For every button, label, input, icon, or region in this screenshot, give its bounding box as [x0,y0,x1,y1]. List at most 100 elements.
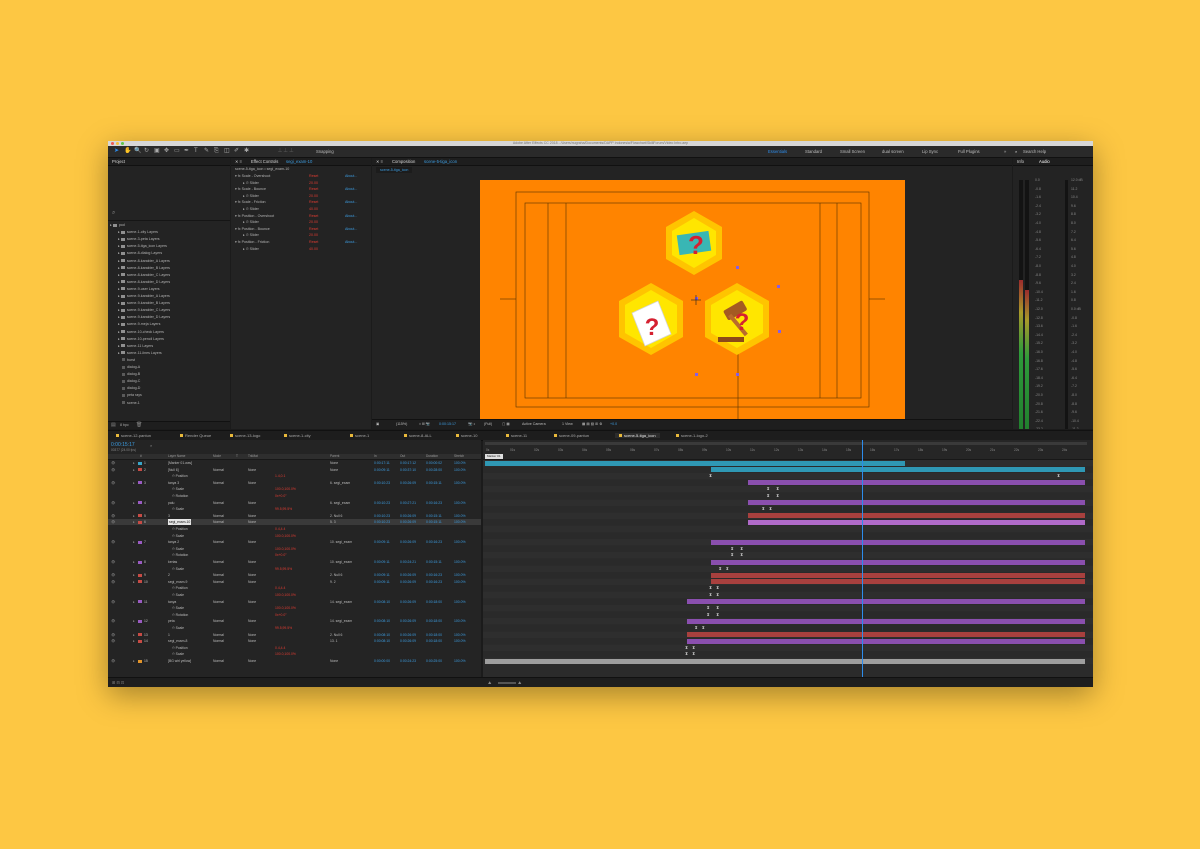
property-value[interactable]: 1.4,0.1 [275,473,285,479]
property-value[interactable]: 100.0,100.0% [275,605,296,611]
effect-slider-value[interactable]: 20.00 [309,219,318,225]
layer-row[interactable]: ⏱ Scale 100.0,100.0% [108,533,481,539]
zoom-out-icon[interactable]: ⛰ [488,680,491,685]
layer-in[interactable]: 0:00:10:23 [374,513,390,519]
property-value[interactable]: 100.0,100.0% [275,486,296,492]
project-item[interactable]: ▸ scene-8-karakter_B Layers [118,265,230,271]
composition-title[interactable]: Composition [392,159,415,164]
effect-row[interactable]: ▾ fx Scale - Bounce Reset About... [233,186,371,192]
layer-dur[interactable]: 0:00:28:00 [426,467,442,473]
layer-row[interactable]: 👁 ▸ 15 [BG wirl yellow] Normal None None 0:00:0… [108,658,481,664]
puppet-tool-icon[interactable]: ✱ [244,148,249,155]
property-value[interactable]: 99.5,99.5% [275,506,292,512]
layer-out[interactable]: 0:00:24:21 [400,559,416,565]
parent-select[interactable]: 14. segi_exam [330,618,352,624]
layer-stretch[interactable]: 100.0% [454,539,466,545]
twirl-icon[interactable]: ▸ [133,500,135,506]
layer-out[interactable]: 0:00:26:09 [400,638,416,644]
keyframe-icon[interactable]: ⧗ [762,507,765,511]
twirl-icon[interactable]: ▸ [133,638,135,644]
parent-select[interactable]: 9. 2 [330,579,336,585]
layer-row[interactable]: 👁 ▸ 10 segi_exam-9 Normal None 9. 2 0:00:09:11 0… [108,579,481,585]
comp-tab[interactable]: scene-5-tiga_icon [615,433,660,438]
info-tab[interactable]: Info [1017,159,1024,164]
region-of-interest-icon[interactable]: ▢ ▦ [502,422,510,426]
blend-mode-select[interactable]: Normal [213,572,224,578]
twirl-icon[interactable]: ▸ [133,513,135,519]
layer-in[interactable]: 0:00:09:11 [374,572,390,578]
layer-in[interactable]: 0:00:00:00 [374,658,390,664]
effect-row[interactable]: ▸ ⏱ Slider 40.00 [233,206,371,212]
effect-row[interactable]: ▸ ⏱ Slider 20.00 [233,180,371,186]
camera-select[interactable]: Active Camera [522,422,546,426]
layer-duration-bar[interactable] [747,480,1085,486]
parent-select[interactable]: 10. segi_exam [330,559,352,565]
layer-stretch[interactable]: 100.0% [454,460,466,466]
layer-row[interactable]: ⏱ Scale 99.5,99.5% [108,506,481,512]
view-options-icon[interactable]: ▦ ▤ ▧ ⊞ ⚙ [582,422,602,426]
zoom-slider[interactable] [498,682,516,684]
layer-row[interactable]: 👁 ▸ 12 peta Normal None 14. segi_exam 0:00:08:1… [108,618,481,624]
keyframe-icon[interactable]: ⧗ [767,494,770,498]
layer-name[interactable]: segi_exam-10 [168,519,192,526]
twirl-icon[interactable]: ▸ [133,599,135,605]
layer-row[interactable]: ⏱ Position 0.4,4.4 [108,645,481,651]
layer-in[interactable]: 0:00:10:23 [374,480,390,486]
keyframe-icon[interactable]: ⧗ [776,487,779,491]
trkmat-select[interactable]: None [248,467,256,473]
label-color-swatch[interactable] [138,600,142,604]
layer-name[interactable]: segi_exam-9 [168,579,187,585]
layer-row[interactable]: ⏱ Scale 99.5,99.5% [108,625,481,631]
comp-tab[interactable]: Render Queue [180,433,211,438]
layer-out[interactable]: 0:00:24:23 [400,658,416,664]
layer-dur[interactable]: 0:00:18:00 [426,632,442,638]
parent-select[interactable]: 6. segi_exam [330,500,350,506]
visibility-icon[interactable]: 👁 [111,467,115,473]
layer-duration-bar[interactable] [710,467,1085,473]
layer-row[interactable]: ⏱ Position 0.4,4.4 [108,585,481,591]
selection-tool-icon[interactable]: ➤ [114,148,119,155]
project-panel-title[interactable]: Project [112,159,125,164]
axis-mode-icon[interactable]: ⟂ ⟂ ⟂ [278,148,293,155]
layer-duration-bar[interactable] [710,559,1085,565]
comp-tab[interactable]: scene-13-logo [230,433,260,438]
project-item[interactable]: ▸ scene-9-karakter_D Layers [118,314,230,320]
parent-select[interactable]: 2. Null 6 [330,632,342,638]
effect-controls-layer[interactable]: segi_exam-10 [286,159,312,164]
project-search-icon[interactable]: ⌕ [112,210,115,217]
property-value[interactable]: 99.5,99.5% [275,566,292,572]
effect-reset-button[interactable]: Reset [309,173,318,179]
trkmat-select[interactable]: None [248,658,256,664]
label-color-swatch[interactable] [138,514,142,518]
comp-timecode[interactable]: 0:00:15:17 [439,422,456,426]
layer-name[interactable]: [BG wirl yellow] [168,658,191,664]
layer-duration-bar[interactable] [710,539,1085,545]
blend-mode-select[interactable]: Normal [213,618,224,624]
keyframe-icon[interactable]: ⧗ [685,652,688,656]
workspace-dual-screen[interactable]: dual screen [882,149,904,154]
keyframe-icon[interactable]: ⧗ [692,652,695,656]
snapshot-icon[interactable]: 📷 ◐ [468,422,476,426]
layer-out[interactable]: 0:00:26:09 [400,513,416,519]
comp-tab[interactable]: scene-1 [350,433,369,438]
layer-row[interactable]: ⏱ Rotation 0x+0.0° [108,493,481,499]
project-item[interactable]: dialog-D [122,385,230,391]
keyframe-icon[interactable]: ⧗ [716,593,719,597]
effect-row[interactable]: ▾ fx Position - Bounce Reset About... [233,226,371,232]
layer-out[interactable]: 0:00:26:09 [400,579,416,585]
property-value[interactable]: 0.4,4.4 [275,526,285,532]
blend-mode-select[interactable]: Normal [213,632,224,638]
visibility-icon[interactable]: 👁 [111,658,115,664]
layer-search-icon[interactable]: ⌕ [150,443,152,448]
layer-stretch[interactable]: 100.0% [454,579,466,585]
label-color-swatch[interactable] [138,461,142,465]
layer-duration-bar[interactable] [686,599,1085,605]
property-value[interactable]: 0x+0.0° [275,612,287,618]
layer-duration-bar[interactable] [686,632,1085,638]
parent-select[interactable]: 10. segi_exam [330,539,352,545]
keyframe-icon[interactable]: ⧗ [707,612,710,617]
clone-tool-icon[interactable]: ⎘ [214,148,219,155]
label-color-swatch[interactable] [138,501,142,505]
project-item[interactable]: ▸ scene-9-meja Layers [118,321,230,327]
layer-stretch[interactable]: 100.0% [454,559,466,565]
